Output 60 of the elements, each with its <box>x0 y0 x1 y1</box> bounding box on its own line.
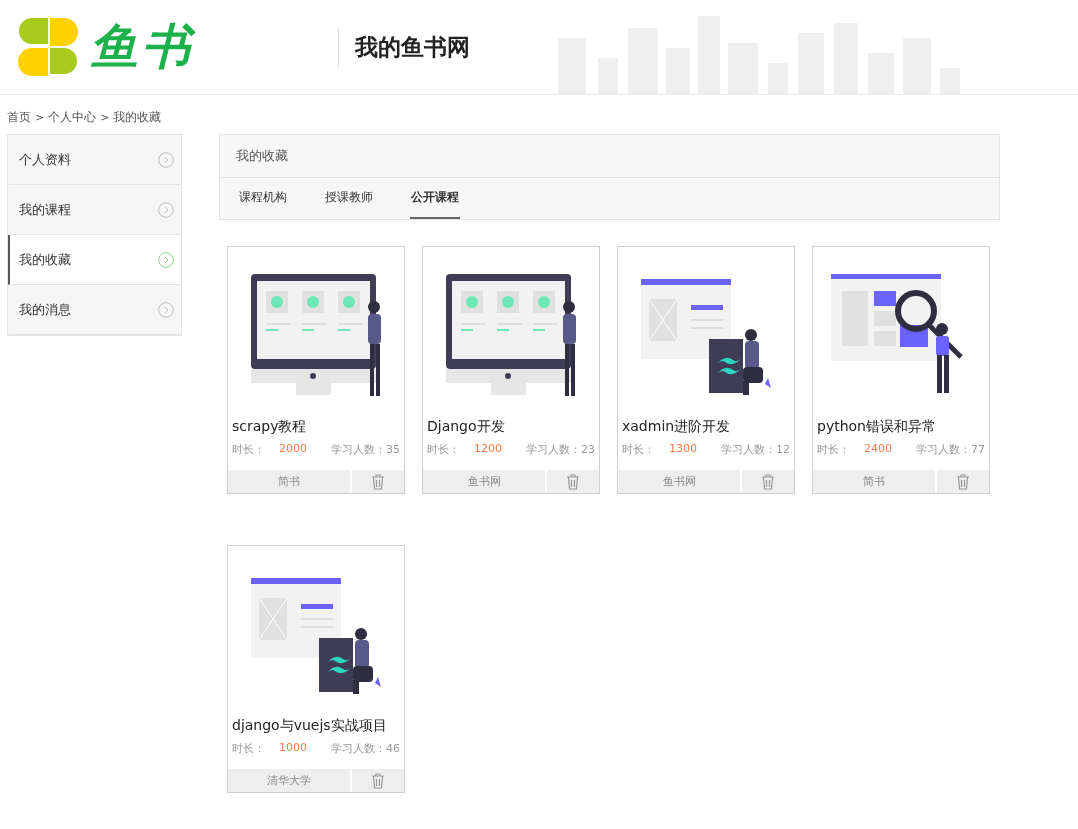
course-card[interactable]: Django开发 时长： 1200 学习人数：23 鱼书网 <box>422 246 600 494</box>
delete-button[interactable] <box>352 470 404 493</box>
delete-button[interactable] <box>547 470 599 493</box>
tab[interactable]: 课程机构 <box>238 178 288 219</box>
course-title: xadmin进阶开发 <box>622 418 732 436</box>
duration-value: 1200 <box>474 442 502 457</box>
students-count: 学习人数：46 <box>331 741 400 756</box>
duration-value: 1000 <box>279 741 307 756</box>
tab[interactable]: 公开课程 <box>410 178 460 219</box>
trash-icon <box>371 473 385 490</box>
students-count: 学习人数：77 <box>916 442 985 457</box>
breadcrumb-separator: > <box>35 111 45 124</box>
course-title: scrapy教程 <box>232 418 308 436</box>
breadcrumb-link[interactable]: 首页 <box>7 109 31 126</box>
breadcrumb-separator: > <box>100 111 110 124</box>
course-title: Django开发 <box>427 418 506 436</box>
trash-icon <box>761 473 775 490</box>
organization-label: 鱼书网 <box>618 470 740 493</box>
course-card[interactable]: django与vuejs实战项目 时长： 1000 学习人数：46 清华大学 <box>227 545 405 793</box>
chevron-circle-icon <box>158 251 174 268</box>
organization-label: 清华大学 <box>228 769 350 792</box>
panel-title: 我的收藏 <box>220 135 999 178</box>
duration-label: 时长： <box>622 442 655 457</box>
duration-value: 1300 <box>669 442 697 457</box>
site-title: 我的鱼书网 <box>355 32 470 62</box>
students-count: 学习人数：23 <box>526 442 595 457</box>
duration-value: 2000 <box>279 442 307 457</box>
breadcrumb-link[interactable]: 我的收藏 <box>113 109 162 126</box>
course-card[interactable]: scrapy教程 时长： 2000 学习人数：35 简书 <box>227 246 405 494</box>
organization-label: 简书 <box>813 470 935 493</box>
delete-button[interactable] <box>352 769 404 792</box>
chevron-circle-icon <box>158 201 174 218</box>
course-card[interactable]: xadmin进阶开发 时长： 1300 学习人数：12 鱼书网 <box>617 246 795 494</box>
duration-label: 时长： <box>817 442 850 457</box>
course-card[interactable]: python错误和异常 时长： 2400 学习人数：77 简书 <box>812 246 990 494</box>
chevron-circle-icon <box>158 151 174 168</box>
clover-logo-icon <box>18 16 80 78</box>
organization-label: 简书 <box>228 470 350 493</box>
duration-label: 时长： <box>232 442 265 457</box>
trash-icon <box>371 772 385 789</box>
sidebar-item[interactable]: 我的收藏 <box>8 235 181 285</box>
students-count: 学习人数：35 <box>331 442 400 457</box>
sidebar-item[interactable]: 个人资料 <box>8 135 181 185</box>
sidebar-item[interactable]: 我的消息 <box>8 285 181 335</box>
duration-label: 时长： <box>427 442 460 457</box>
delete-button[interactable] <box>742 470 794 493</box>
duration-label: 时长： <box>232 741 265 756</box>
delete-button[interactable] <box>937 470 989 493</box>
breadcrumb-link[interactable]: 个人中心 <box>48 109 97 126</box>
trash-icon <box>566 473 580 490</box>
tab[interactable]: 授课教师 <box>324 178 374 219</box>
duration-value: 2400 <box>864 442 892 457</box>
trash-icon <box>956 473 970 490</box>
logo-text: 鱼书 <box>90 17 194 76</box>
sidebar-item[interactable]: 我的课程 <box>8 185 181 235</box>
students-count: 学习人数：12 <box>721 442 790 457</box>
course-title: django与vuejs实战项目 <box>232 717 388 735</box>
course-title: python错误和异常 <box>817 418 937 436</box>
chevron-circle-icon <box>158 301 174 318</box>
organization-label: 鱼书网 <box>423 470 545 493</box>
